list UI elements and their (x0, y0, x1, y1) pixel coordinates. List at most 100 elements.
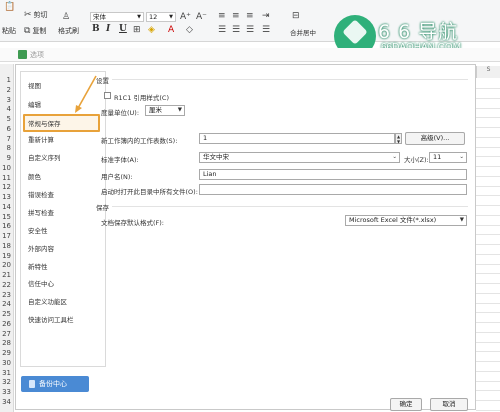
merge-icon: ⊟ (292, 11, 300, 21)
nav-item-security[interactable]: 安全性 (28, 225, 48, 235)
column-header[interactable]: S (476, 66, 500, 78)
std-size-select[interactable]: 11 ⌄ (429, 152, 467, 163)
nav-item-spell-check[interactable]: 拼写检查 (28, 207, 54, 217)
grid-line (476, 322, 500, 323)
row-number[interactable]: 26 (0, 319, 13, 330)
row-number[interactable]: 18 (0, 241, 13, 252)
row-number[interactable]: 3 (0, 95, 13, 106)
row-number[interactable]: 25 (0, 310, 13, 320)
row-number[interactable]: 31 (0, 368, 13, 379)
row-number[interactable]: 15 (0, 212, 13, 223)
formula-bar-text[interactable]: 选项 (30, 50, 44, 60)
row-number[interactable]: 19 (0, 251, 13, 262)
nav-item-edit[interactable]: 编辑 (28, 99, 41, 109)
row-number[interactable]: 22 (0, 280, 13, 291)
row-number[interactable]: 24 (0, 300, 13, 311)
row-number[interactable]: 28 (0, 339, 13, 350)
ok-button[interactable]: 确定 (390, 398, 422, 411)
nav-item-recalc[interactable]: 重新计算 (28, 134, 54, 144)
row-number[interactable]: 17 (0, 232, 13, 242)
indent-button[interactable]: ⇥ (262, 11, 270, 21)
align-center-button[interactable]: ☰ (232, 25, 240, 35)
row-number[interactable]: 33 (0, 388, 13, 398)
unit-select[interactable]: 厘米 ▼ (145, 105, 185, 116)
row-number[interactable]: 21 (0, 271, 13, 281)
font-grow-button[interactable]: A⁺ (180, 12, 191, 22)
align-top-button[interactable]: ≡ (218, 11, 226, 21)
grid-line (476, 409, 500, 411)
advanced-button[interactable]: 高级(V)... (405, 132, 465, 145)
clear-button[interactable]: ◇ (186, 25, 193, 35)
row-number[interactable]: 16 (0, 222, 13, 233)
row-number[interactable]: 30 (0, 358, 13, 369)
row-number[interactable]: 1 (0, 76, 13, 86)
nav-item-general-save[interactable]: 常规与保存 (23, 114, 100, 132)
row-number[interactable]: 12 (0, 183, 13, 194)
copy-button[interactable]: ⧉ 复制 (24, 26, 46, 36)
brush-icon: ♙ (62, 12, 71, 22)
row-number[interactable]: 14 (0, 202, 13, 213)
format-painter-label[interactable]: 格式刷 (58, 26, 79, 36)
sheets-count-input[interactable]: 1 (199, 133, 395, 144)
format-painter-button[interactable]: ♙ (62, 12, 70, 22)
row-number[interactable]: 9 (0, 154, 13, 164)
bold-button[interactable]: B (92, 24, 100, 34)
row-number[interactable]: 6 (0, 124, 13, 135)
font-color-button[interactable]: A (168, 25, 174, 35)
grid-line (476, 302, 500, 304)
row-number[interactable]: 34 (0, 397, 13, 408)
row-number[interactable]: 29 (0, 349, 13, 359)
username-input[interactable]: Lian (199, 169, 467, 180)
row-number[interactable]: 13 (0, 193, 13, 203)
nav-item-custom-ribbon[interactable]: 自定义功能区 (28, 296, 67, 306)
row-number[interactable]: 10 (0, 163, 13, 174)
backup-center-button[interactable]: 备份中心 (21, 376, 89, 392)
align-right-button[interactable]: ☰ (246, 25, 254, 35)
align-bottom-button[interactable]: ≡ (246, 11, 254, 21)
nav-item-trust-center[interactable]: 信任中心 (28, 278, 54, 288)
justify-button[interactable]: ☰ (262, 25, 270, 35)
nav-item-custom-list[interactable]: 自定义序列 (28, 152, 61, 162)
std-font-select[interactable]: 华文中宋 ⌄ (199, 152, 400, 163)
paste-button[interactable]: 📋 (4, 2, 15, 12)
sheets-count-stepper[interactable]: ▲ ▼ (395, 133, 402, 144)
border-button[interactable]: ⊞ (133, 25, 141, 35)
row-number[interactable]: 32 (0, 378, 13, 389)
save-format-select[interactable]: Microsoft Excel 文件(*.xlsx) ▼ (345, 215, 467, 226)
startup-folder-input[interactable] (199, 184, 467, 195)
font-name-value: 宋体 (93, 13, 106, 21)
nav-item-color[interactable]: 颜色 (28, 171, 41, 181)
row-number[interactable]: 5 (0, 115, 13, 125)
backup-icon (29, 380, 35, 388)
font-name-select[interactable]: 宋体 ▼ (90, 12, 144, 22)
nav-item-external[interactable]: 外部内容 (28, 243, 54, 253)
nav-item-quick-access[interactable]: 快速访问工具栏 (28, 314, 74, 324)
row-number[interactable]: 11 (0, 173, 13, 184)
fill-color-button[interactable]: ◈ (148, 25, 155, 35)
font-grow-icon: A⁺ (180, 12, 191, 22)
nav-item-error-check[interactable]: 错误检查 (28, 189, 54, 199)
nav-item-view[interactable]: 视图 (28, 80, 41, 90)
row-number[interactable]: 4 (0, 105, 13, 116)
row-number[interactable]: 7 (0, 134, 13, 145)
row-number[interactable]: 2 (0, 85, 13, 96)
align-middle-button[interactable]: ≡ (232, 11, 240, 21)
grid-line (476, 380, 500, 382)
align-left-button[interactable]: ☰ (218, 25, 226, 35)
merge-label[interactable]: 合并居中 (290, 27, 316, 37)
align-bottom-icon: ≡ (246, 11, 254, 21)
italic-button[interactable]: I (106, 24, 110, 34)
font-size-select[interactable]: 12 ▼ (146, 12, 176, 22)
underline-button[interactable]: U (119, 24, 127, 34)
row-number[interactable]: 20 (0, 261, 13, 272)
font-shrink-button[interactable]: A⁻ (196, 12, 207, 22)
justify-icon: ☰ (262, 25, 271, 35)
paste-label[interactable]: 粘贴 (2, 26, 16, 36)
row-number[interactable]: 23 (0, 290, 13, 301)
nav-item-new-features[interactable]: 新特性 (28, 261, 48, 271)
row-number[interactable]: 27 (0, 329, 13, 340)
cut-button[interactable]: ✂ 剪切 (24, 10, 48, 20)
row-number[interactable]: 8 (0, 144, 13, 155)
merge-button[interactable]: ⊟ (292, 11, 300, 21)
cancel-button[interactable]: 取消 (430, 398, 468, 411)
